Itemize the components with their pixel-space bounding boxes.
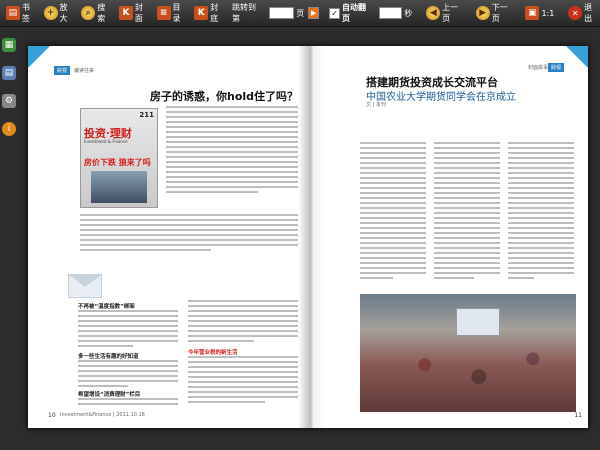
autoflip-control: ✓ 自动翻页 秒: [325, 2, 412, 24]
autoflip-seconds-input[interactable]: [378, 7, 403, 19]
mail-envelope-icon: [68, 274, 102, 298]
magazine-cover-image: 211 投资·理财 Investment & Finance 房价下跌 狼来了吗: [80, 108, 158, 208]
article-headline: 房子的诱惑，你hold住了吗？: [150, 90, 299, 103]
bookmark-icon: ▤: [6, 6, 20, 20]
zoom-in-icon: +: [43, 6, 58, 20]
first-page-icon: K: [119, 6, 133, 20]
autoflip-checkbox[interactable]: ✓: [329, 7, 341, 19]
thumbnail-icon[interactable]: ▦: [2, 38, 16, 52]
toc-button[interactable]: ≡ 目录: [156, 2, 189, 24]
info-icon[interactable]: i: [2, 122, 16, 136]
settings-gear-icon[interactable]: ⚙: [2, 94, 16, 108]
right-column-1: [360, 142, 426, 282]
section-tag: 财视: [54, 66, 71, 75]
subhead-4: 今年营业税的新生活: [188, 350, 238, 356]
section-tag: 财视: [548, 63, 565, 72]
subhead-3: 希望增设“消费理财”栏目: [78, 392, 141, 398]
actual-size-button[interactable]: ▣ 1:1: [525, 6, 554, 20]
cover-button[interactable]: K 封面: [119, 2, 151, 24]
close-icon: ✕: [568, 6, 583, 20]
search-button[interactable]: ⌕ 搜索: [81, 2, 113, 24]
page-number-input[interactable]: [268, 7, 295, 19]
byline: 文 | 本刊: [366, 102, 386, 108]
reader-toolbar: ▤ 书签 + 放大 ⌕ 搜索 K 封面 ≡ 目录 K 封底 跳转到第 页 ▶ ✓…: [0, 0, 600, 27]
right-page[interactable]: 封面故事 财视 搭建期货投资成长交流平台 中国农业大学期货同学会在京成立 文 |…: [310, 46, 588, 428]
page-number-right: 11: [574, 412, 582, 419]
article-subtitle: 中国农业大学期货同学会在京成立: [366, 92, 516, 103]
go-page-button[interactable]: ▶: [308, 7, 320, 19]
column-1-text-c: [78, 398, 178, 408]
right-column-3: [508, 142, 574, 282]
arrow-left-icon: ◀: [426, 6, 441, 20]
arrow-right-icon: ▶: [475, 6, 490, 20]
column-1-text-b: [78, 360, 178, 390]
article-body-top: [166, 106, 298, 196]
last-page-icon: K: [194, 6, 209, 20]
prev-page-button[interactable]: ◀ 上一页: [426, 2, 466, 24]
jump-to-page: 跳转到第 页 ▶: [232, 2, 320, 24]
side-tools: ▦ ▤ ⚙ i: [2, 38, 18, 150]
next-page-button[interactable]: ▶ 下一页: [475, 2, 516, 24]
article-body-mid: [80, 214, 298, 254]
fit-icon: ▣: [525, 6, 540, 20]
magazine-spread: 财视 编读往来 房子的诱惑，你hold住了吗？ 211 投资·理财 Invest…: [28, 46, 588, 428]
back-cover-button[interactable]: K 封底: [194, 2, 226, 24]
conference-photo: [360, 294, 576, 412]
cover-photo: [91, 171, 147, 203]
page-corner: [28, 46, 50, 68]
exit-button[interactable]: ✕ 退出: [568, 2, 600, 24]
subhead-1: 不再被“温度指数”绑架: [78, 304, 135, 310]
section-label: 封面故事: [528, 65, 549, 71]
page-number-left: 10: [48, 412, 56, 419]
right-column-2: [434, 142, 500, 282]
page-corner: [566, 46, 588, 68]
toc-icon: ≡: [156, 6, 171, 20]
column-2-text-a: [188, 300, 298, 345]
subhead-2: 多一些生活有趣的好知道: [78, 354, 139, 360]
projection-screen: [456, 308, 500, 336]
bookmark-button[interactable]: ▤ 书签: [6, 2, 38, 24]
search-icon: ⌕: [81, 6, 96, 20]
column-1-text-a: [78, 310, 178, 350]
zoom-in-button[interactable]: + 放大: [43, 2, 76, 24]
left-page[interactable]: 财视 编读往来 房子的诱惑，你hold住了吗？ 211 投资·理财 Invest…: [28, 46, 310, 428]
gallery-icon[interactable]: ▤: [2, 66, 16, 80]
section-label: 编读往来: [74, 68, 95, 74]
column-2-text-b: [188, 356, 298, 406]
page-footer: Investment&Finance | 2011.10.16: [60, 412, 145, 418]
